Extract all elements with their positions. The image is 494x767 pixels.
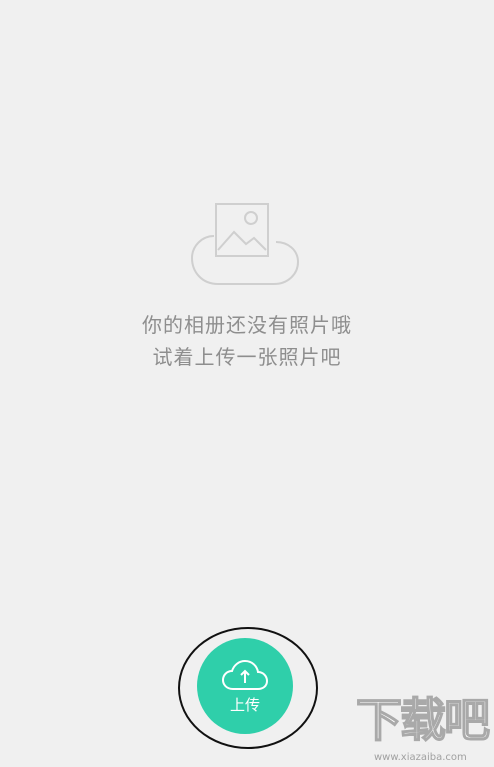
empty-message-line1: 你的相册还没有照片哦 xyxy=(142,313,352,337)
cloud-upload-icon xyxy=(221,659,269,690)
upload-button[interactable]: 上传 xyxy=(197,638,293,734)
watermark-url: www.xiazaiba.com xyxy=(374,752,467,763)
watermark: 下载吧 www.xiazaiba.com xyxy=(348,693,491,763)
upload-button-label: 上传 xyxy=(229,696,260,714)
empty-message-line2: 试着上传一张照片吧 xyxy=(152,345,342,369)
cloud-photo-icon xyxy=(190,203,300,285)
watermark-logo: 下载吧 xyxy=(355,693,491,747)
